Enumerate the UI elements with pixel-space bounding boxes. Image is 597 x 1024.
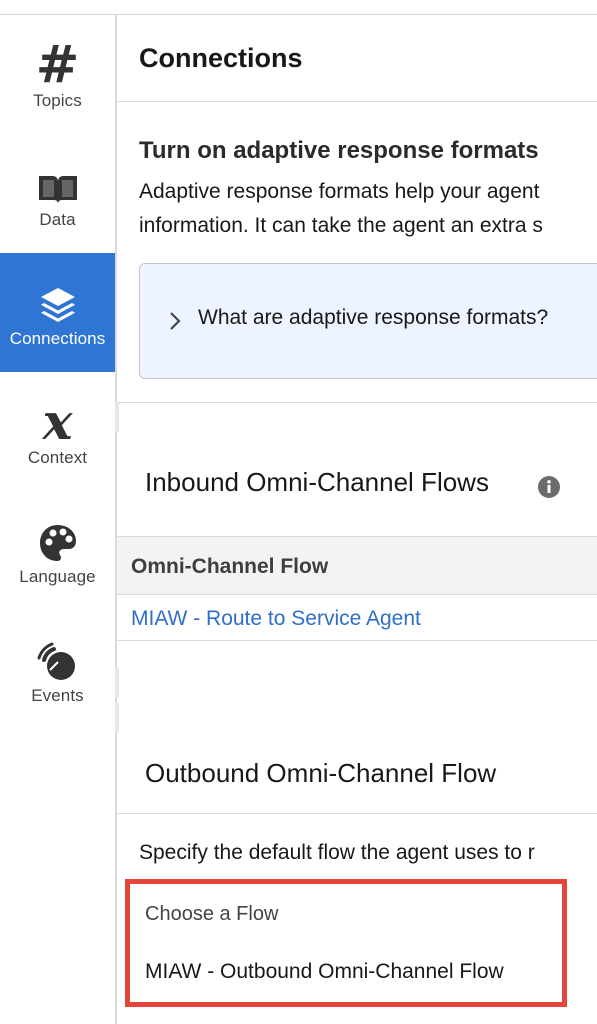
sidebar-item-label: Events: [31, 686, 84, 705]
book-icon: [36, 162, 80, 206]
inbound-flows-title: Inbound Omni-Channel Flows: [145, 467, 489, 497]
palette-icon: [38, 519, 78, 563]
outbound-flow-description: Specify the default flow the agent uses …: [139, 841, 535, 864]
sidebar-item-context[interactable]: x Context: [0, 372, 115, 491]
chevron-right-icon: [168, 310, 182, 337]
accordion-label: What are adaptive response formats?: [198, 306, 549, 329]
choose-flow-label: Choose a Flow: [145, 903, 279, 925]
selected-flow-value[interactable]: MIAW - Outbound Omni-Channel Flow: [145, 960, 504, 984]
sidebar-item-connections[interactable]: Connections: [0, 253, 115, 372]
table-row-divider: [117, 640, 597, 641]
column-header: Omni-Channel Flow: [131, 555, 329, 578]
section-divider: [117, 402, 597, 403]
sidebar-item-label: Data: [39, 210, 76, 229]
table-row-link[interactable]: MIAW - Route to Service Agent: [131, 607, 421, 631]
adaptive-formats-title: Turn on adaptive response formats: [139, 137, 539, 164]
sidebar-item-label: Topics: [33, 91, 82, 110]
layers-icon: [38, 281, 78, 325]
sidebar-item-language[interactable]: Language: [0, 491, 115, 610]
sidebar-item-topics[interactable]: # Topics: [0, 15, 115, 134]
hash-icon: #: [35, 35, 80, 95]
sidebar-item-data[interactable]: Data: [0, 134, 115, 253]
section-divider: [117, 813, 597, 814]
flows-table-header: Omni-Channel Flow: [117, 536, 597, 595]
sidebar: # Topics Data Connections x Context Lang…: [0, 15, 117, 1024]
sidebar-item-label: Connections: [9, 329, 106, 348]
main-panel: Connections Turn on adaptive response fo…: [117, 15, 597, 1024]
signal-icon: [36, 638, 80, 682]
sidebar-item-label: Context: [27, 448, 88, 467]
adaptive-description-line: information. It can take the agent an ex…: [139, 214, 543, 237]
variable-x-icon: x: [42, 392, 73, 451]
panel-header: Connections: [117, 15, 597, 102]
page-title: Connections: [139, 43, 303, 73]
adaptive-formats-accordion[interactable]: What are adaptive response formats?: [139, 263, 597, 379]
adaptive-formats-description: Adaptive response formats help your agen…: [139, 175, 543, 243]
info-icon[interactable]: [537, 475, 561, 504]
outbound-flow-title: Outbound Omni-Channel Flow: [145, 758, 497, 788]
highlight-box: [125, 879, 567, 1007]
sidebar-item-events[interactable]: Events: [0, 610, 115, 729]
adaptive-description-line: Adaptive response formats help your agen…: [139, 180, 540, 203]
sidebar-item-label: Language: [19, 567, 96, 586]
